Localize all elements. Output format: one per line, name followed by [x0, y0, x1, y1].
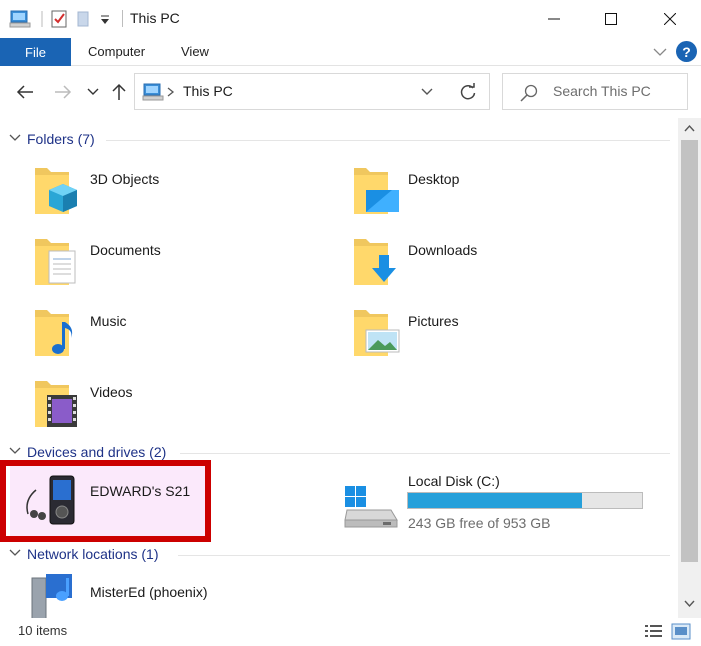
quick-access-separator-icon	[41, 11, 43, 27]
folder-label: Videos	[90, 384, 133, 400]
desktop-folder-icon	[354, 168, 399, 214]
folder-downloads[interactable]: Downloads	[352, 233, 652, 289]
forward-arrow-icon	[55, 85, 72, 99]
breadcrumb-chevron-icon[interactable]	[167, 87, 175, 97]
this-pc-icon	[142, 83, 164, 101]
back-arrow-icon	[16, 85, 33, 99]
disk-free-text: 243 GB free of 953 GB	[408, 515, 551, 531]
address-bar[interactable]: This PC	[134, 73, 490, 110]
folder-label: Downloads	[408, 242, 478, 258]
minimize-icon	[548, 18, 560, 20]
group-divider	[106, 140, 670, 141]
3d-objects-folder-icon	[35, 168, 77, 214]
device-edwards-s21[interactable]: EDWARD's S21	[22, 470, 202, 532]
music-folder-icon	[35, 310, 73, 356]
group-title: Devices and drives (2)	[27, 444, 167, 460]
title-separator	[122, 10, 123, 27]
tab-computer[interactable]: Computer	[88, 44, 145, 59]
expand-ribbon-chevron-icon[interactable]	[653, 47, 667, 57]
collapse-chevron-icon	[9, 447, 21, 454]
folder-music[interactable]: Music	[33, 304, 293, 360]
drive-label: Local Disk (C:)	[408, 473, 500, 489]
pictures-folder-icon	[354, 310, 400, 356]
media-server-icon	[31, 574, 72, 618]
collapse-chevron-icon	[9, 549, 21, 556]
group-title: Folders (7)	[27, 131, 95, 147]
disk-usage-fill	[408, 493, 583, 508]
scroll-down-arrow-icon[interactable]	[684, 600, 695, 608]
this-pc-icon[interactable]	[9, 9, 31, 29]
videos-folder-icon	[35, 381, 77, 427]
vertical-scrollbar[interactable]	[678, 118, 701, 618]
maximize-button[interactable]	[582, 0, 640, 38]
scroll-up-arrow-icon[interactable]	[684, 124, 695, 132]
help-button[interactable]: ?	[676, 41, 697, 62]
folder-label: Desktop	[408, 171, 460, 187]
scroll-thumb[interactable]	[681, 140, 698, 562]
maximize-icon	[605, 13, 617, 25]
up-button[interactable]	[108, 80, 130, 104]
search-box[interactable]: Search This PC	[502, 73, 688, 110]
drive-local-disk-c[interactable]: Local Disk (C:) 243 GB free of 953 GB	[343, 470, 653, 532]
search-icon	[520, 84, 538, 102]
group-header-network[interactable]: Network locations (1)	[0, 545, 678, 565]
group-divider	[180, 453, 670, 454]
new-folder-icon[interactable]	[76, 9, 92, 29]
collapse-chevron-icon	[9, 134, 21, 141]
properties-icon[interactable]	[49, 9, 69, 29]
local-disk-icon	[344, 486, 398, 528]
folder-label: Documents	[90, 242, 161, 258]
disk-usage-bar	[407, 492, 643, 509]
documents-folder-icon	[35, 239, 76, 285]
status-bar: 10 items	[0, 618, 701, 646]
downloads-folder-icon	[354, 239, 396, 285]
back-button[interactable]	[12, 81, 38, 103]
folder-label: Pictures	[408, 313, 459, 329]
folder-3d-objects[interactable]: 3D Objects	[33, 162, 293, 218]
media-player-icon	[26, 475, 75, 525]
network-mistered-phoenix[interactable]: MisterEd (phoenix)	[28, 570, 288, 618]
group-header-folders[interactable]: Folders (7)	[0, 130, 678, 150]
folder-label: Music	[90, 313, 127, 329]
recent-locations-button[interactable]	[84, 81, 102, 103]
tab-file[interactable]: File	[0, 38, 71, 66]
folder-pictures[interactable]: Pictures	[352, 304, 652, 360]
tab-view[interactable]: View	[181, 44, 209, 59]
refresh-button[interactable]	[447, 74, 489, 109]
group-title: Network locations (1)	[27, 546, 159, 562]
customize-toolbar-chevron-icon[interactable]	[99, 9, 111, 29]
window-title: This PC	[130, 10, 180, 26]
device-label: EDWARD's S21	[90, 483, 191, 499]
folder-label: 3D Objects	[90, 171, 160, 187]
folder-videos[interactable]: Videos	[33, 375, 293, 431]
network-label: MisterEd (phoenix)	[90, 584, 208, 600]
group-divider	[178, 555, 670, 556]
item-count: 10 items	[18, 623, 68, 638]
title-bar: This PC	[0, 0, 701, 38]
details-view-icon[interactable]	[644, 623, 664, 640]
refresh-icon	[460, 82, 476, 99]
large-icons-view-icon[interactable]	[671, 623, 691, 640]
navigation-bar: This PC Search This PC	[0, 66, 701, 118]
forward-button[interactable]	[50, 81, 76, 103]
file-view: Folders (7) 3D Objects Desktop Documents…	[0, 118, 678, 618]
breadcrumb[interactable]: This PC	[183, 83, 233, 99]
folder-documents[interactable]: Documents	[33, 233, 293, 289]
folder-desktop[interactable]: Desktop	[352, 162, 652, 218]
address-history-chevron-icon[interactable]	[421, 88, 433, 96]
chevron-down-icon	[87, 88, 99, 95]
minimize-button[interactable]	[525, 0, 583, 38]
close-button[interactable]	[641, 0, 699, 38]
close-icon	[664, 13, 676, 25]
ribbon-tabs: File Computer View ?	[0, 38, 701, 66]
search-input[interactable]: Search This PC	[553, 83, 651, 99]
up-arrow-icon	[112, 83, 126, 100]
